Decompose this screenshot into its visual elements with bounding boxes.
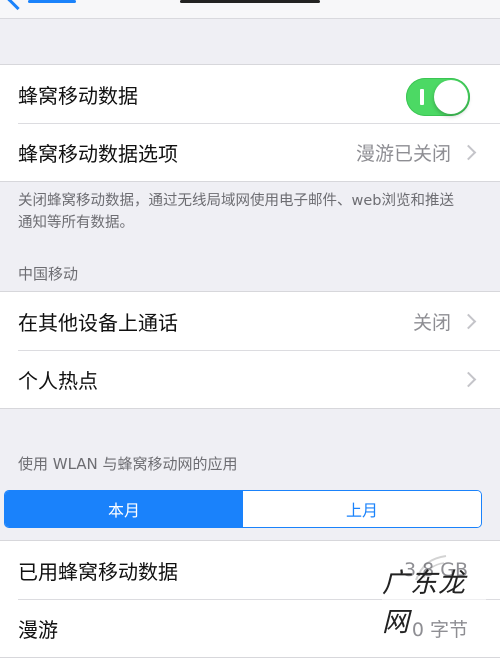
personal-hotspot-row[interactable]: 个人热点 [0, 350, 500, 408]
cellular-data-options-value: 漫游已关闭 [355, 142, 451, 165]
calls-on-other-devices-label: 在其他设备上通话 [18, 310, 178, 335]
cellular-data-options-row[interactable]: 蜂窝移动数据选项 漫游已关闭 [0, 123, 500, 181]
carrier-section-header: 中国移动 [18, 265, 79, 283]
cellular-data-footnote: 关闭蜂窝移动数据，通过无线局域网使用电子邮件、web浏览和推送通知等所有数据。 [18, 193, 454, 231]
period-segmented-control: 本月 上月 [4, 490, 482, 528]
segment-this-month[interactable]: 本月 [5, 491, 243, 527]
segment-last-month[interactable]: 上月 [243, 491, 481, 527]
used-cellular-data-label: 已用蜂窝移动数据 [18, 559, 178, 584]
navigation-bar [0, 0, 500, 19]
calls-on-other-devices-value: 关闭 [412, 311, 451, 334]
carrier-settings-group: 在其他设备上通话 关闭 个人热点 [0, 291, 500, 409]
usage-section-header: 使用 WLAN 与蜂窝移动网的应用 [18, 455, 238, 473]
toggle-on-indicator-icon [420, 89, 424, 105]
chevron-right-icon [460, 371, 477, 387]
back-button-label-fragment[interactable] [28, 0, 76, 3]
roaming-usage-label: 漫游 [18, 617, 58, 642]
personal-hotspot-label: 个人热点 [18, 368, 98, 393]
cellular-settings-group: 蜂窝移动数据 蜂窝移动数据选项 漫游已关闭 [0, 64, 500, 182]
cellular-data-row: 蜂窝移动数据 [0, 65, 500, 123]
chevron-right-icon [460, 144, 477, 160]
site-watermark: 广东龙网 [382, 568, 486, 638]
navigation-title-fragment [180, 0, 320, 3]
calls-on-other-devices-row[interactable]: 在其他设备上通话 关闭 [0, 292, 500, 350]
toggle-knob [434, 80, 468, 114]
cellular-data-toggle[interactable] [406, 78, 470, 116]
back-chevron-icon[interactable] [6, 0, 29, 11]
cellular-data-options-label: 蜂窝移动数据选项 [18, 141, 178, 166]
chevron-right-icon [460, 313, 477, 329]
